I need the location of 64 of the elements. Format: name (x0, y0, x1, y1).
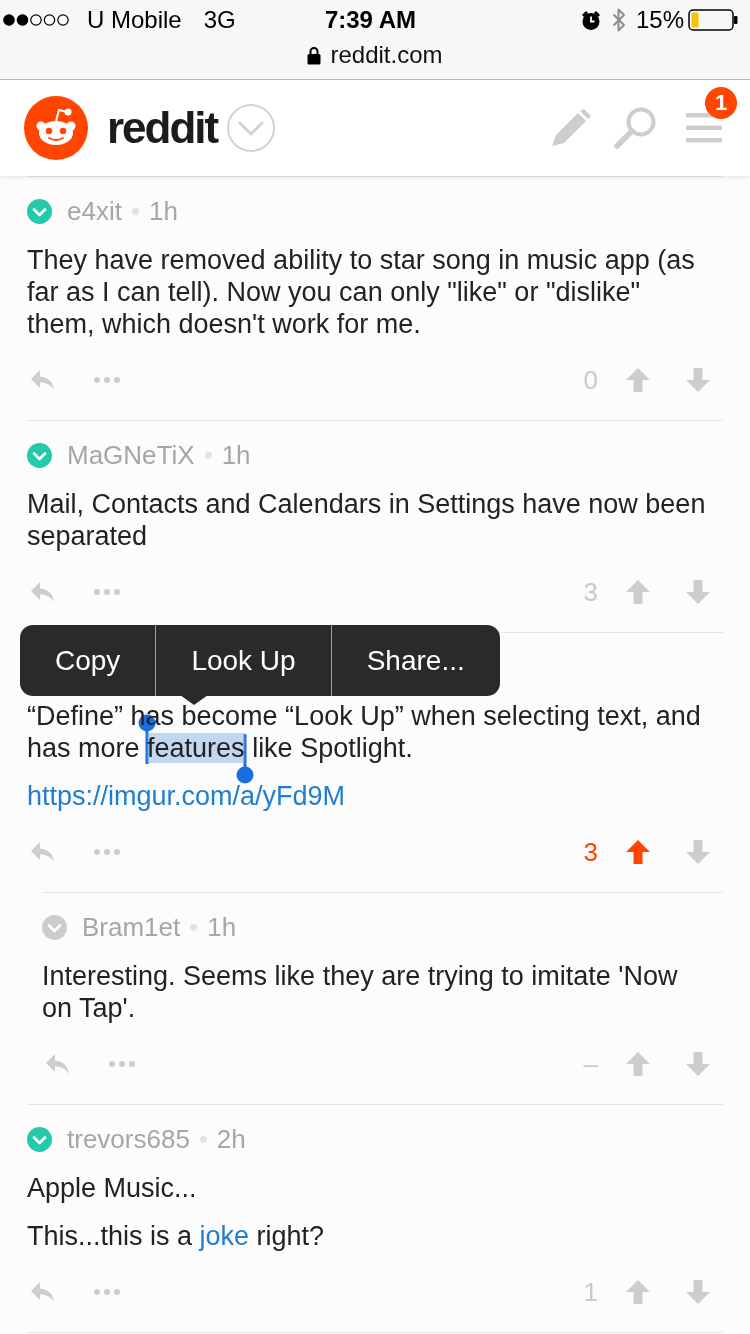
reply-icon[interactable] (30, 581, 55, 603)
separator-dot-icon (190, 923, 198, 931)
upvote-icon[interactable] (626, 1280, 650, 1304)
chevron-circle-icon[interactable] (42, 914, 67, 940)
downvote-icon[interactable] (686, 368, 710, 392)
comment-text: Apple Music... (27, 1172, 198, 1204)
search-icon[interactable] (613, 106, 657, 150)
lock-icon (307, 45, 322, 65)
logo-icon[interactable] (24, 96, 88, 160)
username[interactable]: trevors685 (67, 1123, 190, 1155)
more-icon[interactable] (109, 1061, 135, 1067)
chevron-circle-icon[interactable] (27, 198, 52, 224)
alarm-clock-icon (579, 9, 602, 31)
site-wordmark[interactable]: reddit (107, 103, 218, 153)
username[interactable]: Bram1et (82, 911, 181, 943)
comment-text: They have removed ability to star song in music app (as far as I can tell). Now you can only "like" or "dislike" them, which doesn't work for me. (27, 244, 696, 340)
menu-item[interactable]: Share... (330, 625, 500, 696)
upvote-icon[interactable] (626, 580, 650, 604)
menu-icon[interactable] (686, 113, 722, 143)
comment-text: Mail, Contacts and Calendars in Settings have now been separated (27, 488, 707, 552)
notification-badge: 1 (705, 87, 737, 119)
comment-time: 1h (221, 439, 251, 471)
link[interactable]: https://imgur.com/a/yFd9M (27, 781, 346, 811)
battery-percent: 15% (635, 6, 684, 34)
bluetooth-icon (611, 7, 626, 33)
separator-dot-icon (131, 207, 139, 215)
more-icon[interactable] (94, 589, 120, 595)
address-url[interactable]: reddit.com (330, 41, 443, 69)
comment-time: 1h (148, 195, 178, 227)
upvote-icon[interactable] (626, 1052, 650, 1076)
separator-dot-icon (199, 1135, 207, 1143)
chevron-circle-icon[interactable] (27, 1126, 52, 1152)
dropdown-chevron-icon[interactable] (227, 104, 276, 152)
more-icon[interactable] (94, 1289, 120, 1295)
comment-text: Interesting. Seems like they are trying to imitate 'Now on Tap'. (42, 960, 679, 1024)
downvote-icon[interactable] (686, 1052, 710, 1076)
link[interactable]: joke (199, 1221, 250, 1251)
more-icon[interactable] (94, 377, 120, 383)
upvote-icon[interactable] (626, 368, 650, 392)
chevron-circle-icon[interactable] (27, 442, 52, 468)
comment-text: This...this is a joke right? (27, 1220, 326, 1252)
reply-icon[interactable] (30, 369, 55, 391)
reply-icon[interactable] (30, 841, 55, 863)
username[interactable]: e4xit (67, 195, 122, 227)
upvote-icon[interactable] (626, 840, 650, 864)
reply-icon[interactable] (45, 1053, 70, 1075)
separator-dot-icon (204, 451, 212, 459)
username[interactable]: MaGNeTiX (67, 439, 195, 471)
comment-time: 2h (216, 1123, 246, 1155)
vote-score: – (583, 1048, 598, 1080)
menu-item[interactable]: Copy (20, 625, 156, 696)
pencil-icon[interactable] (551, 109, 591, 147)
downvote-icon[interactable] (686, 580, 710, 604)
signal-strength-icon (3, 14, 69, 26)
downvote-icon[interactable] (686, 1280, 710, 1304)
reply-icon[interactable] (30, 1281, 55, 1303)
comment-time: 1h (207, 911, 237, 943)
network-type: 3G (203, 6, 236, 34)
status-time: 7:39 AM (324, 6, 417, 34)
battery-icon (688, 9, 738, 31)
carrier-name: U Mobile (87, 6, 182, 34)
vote-score: 3 (583, 836, 598, 868)
downvote-icon[interactable] (686, 840, 710, 864)
more-icon[interactable] (94, 849, 120, 855)
